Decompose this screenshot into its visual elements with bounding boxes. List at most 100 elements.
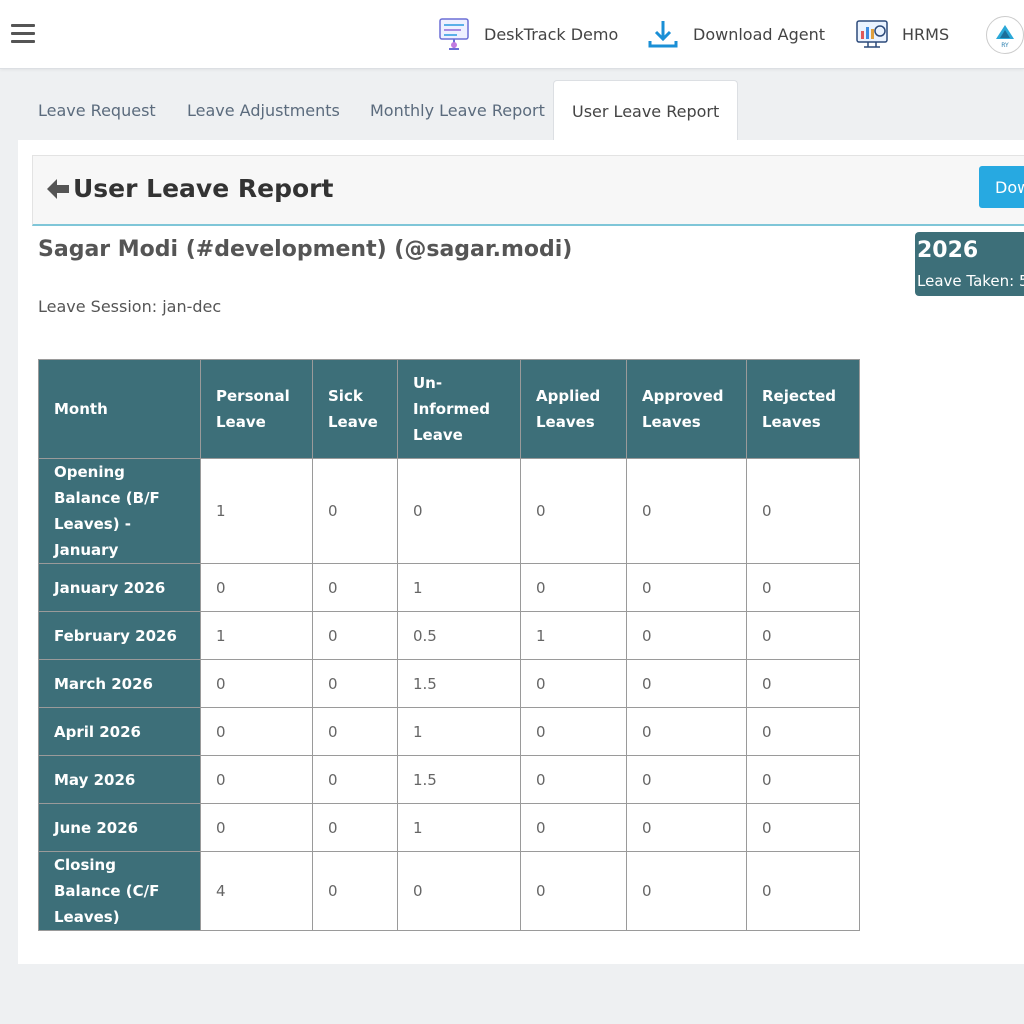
row-month: Opening Balance (B/F Leaves) - January — [38, 458, 201, 564]
cell-approved: 0 — [626, 803, 747, 852]
cell-sick: 0 — [312, 707, 398, 756]
cell-sick: 0 — [312, 611, 398, 660]
tab-leave-request[interactable]: Leave Request — [38, 80, 156, 140]
leave-report-table: Month Personal Leave Sick Leave Un-Infor… — [38, 359, 860, 931]
cell-applied: 0 — [520, 851, 627, 931]
cell-personal: 4 — [200, 851, 313, 931]
content-card: User Leave Report Dow Sagar Modi (#devel… — [18, 140, 1024, 964]
row-month: January 2026 — [38, 563, 201, 612]
cell-uninformed: 0 — [397, 458, 521, 564]
cell-applied: 0 — [520, 707, 627, 756]
row-month: April 2026 — [38, 707, 201, 756]
row-month: March 2026 — [38, 659, 201, 708]
cell-approved: 0 — [626, 563, 747, 612]
year-summary-box: 2026 Leave Taken: 5 — [915, 232, 1024, 296]
cell-rejected: 0 — [746, 851, 860, 931]
row-month: June 2026 — [38, 803, 201, 852]
cell-rejected: 0 — [746, 803, 860, 852]
cell-uninformed: 1 — [397, 803, 521, 852]
hrms-icon — [854, 16, 890, 52]
top-navbar: DeskTrack Demo Download Agent HRMS RY — [0, 0, 1024, 69]
summary-year: 2026 — [917, 238, 979, 263]
tab-monthly-leave-report[interactable]: Monthly Leave Report — [370, 80, 545, 140]
table-row: January 2026 0 0 1 0 0 0 — [38, 563, 860, 612]
table-row: February 2026 1 0 0.5 1 0 0 — [38, 611, 860, 660]
cell-uninformed: 1 — [397, 563, 521, 612]
cell-personal: 0 — [200, 803, 313, 852]
cell-uninformed: 1.5 — [397, 659, 521, 708]
table-row: Closing Balance (C/F Leaves) 4 0 0 0 0 0 — [38, 851, 860, 931]
table-row: Opening Balance (B/F Leaves) - January 1… — [38, 458, 860, 564]
cell-personal: 0 — [200, 563, 313, 612]
cell-applied: 1 — [520, 611, 627, 660]
cell-personal: 1 — [200, 611, 313, 660]
avatar-text: RY — [1001, 42, 1009, 49]
leave-taken-text: Leave Taken: 5 — [917, 272, 1024, 290]
logo-icon: RY — [996, 25, 1014, 49]
cell-applied: 0 — [520, 458, 627, 564]
tab-bar: Leave Request Leave Adjustments Monthly … — [18, 80, 1024, 141]
cell-personal: 0 — [200, 659, 313, 708]
column-header: Un-Informed Leave — [397, 359, 521, 459]
column-header: Rejected Leaves — [746, 359, 860, 459]
tab-user-leave-report[interactable]: User Leave Report — [553, 80, 739, 141]
column-header: Applied Leaves — [520, 359, 627, 459]
cell-approved: 0 — [626, 755, 747, 804]
table-row: May 2026 0 0 1.5 0 0 0 — [38, 755, 860, 804]
cell-rejected: 0 — [746, 707, 860, 756]
cell-applied: 0 — [520, 803, 627, 852]
download-button[interactable]: Dow — [979, 166, 1024, 208]
cell-sick: 0 — [312, 803, 398, 852]
cell-rejected: 0 — [746, 611, 860, 660]
cell-rejected: 0 — [746, 563, 860, 612]
nav-hrms[interactable]: HRMS — [854, 14, 949, 54]
cell-sick: 0 — [312, 659, 398, 708]
download-icon — [645, 16, 681, 52]
desktrack-icon — [436, 16, 472, 52]
cell-applied: 0 — [520, 563, 627, 612]
column-header: Approved Leaves — [626, 359, 747, 459]
page-header: User Leave Report Dow — [32, 155, 1024, 226]
column-header: Personal Leave — [200, 359, 313, 459]
cell-personal: 0 — [200, 755, 313, 804]
cell-uninformed: 0 — [397, 851, 521, 931]
cell-sick: 0 — [312, 851, 398, 931]
cell-rejected: 0 — [746, 458, 860, 564]
cell-applied: 0 — [520, 659, 627, 708]
row-month: Closing Balance (C/F Leaves) — [38, 851, 201, 931]
cell-personal: 0 — [200, 707, 313, 756]
cell-uninformed: 1 — [397, 707, 521, 756]
cell-personal: 1 — [200, 458, 313, 564]
row-month: February 2026 — [38, 611, 201, 660]
cell-approved: 0 — [626, 851, 747, 931]
cell-uninformed: 0.5 — [397, 611, 521, 660]
nav-download-agent[interactable]: Download Agent — [645, 14, 825, 54]
cell-sick: 0 — [312, 755, 398, 804]
table-row: March 2026 0 0 1.5 0 0 0 — [38, 659, 860, 708]
table-row: June 2026 0 0 1 0 0 0 — [38, 803, 860, 852]
cell-applied: 0 — [520, 755, 627, 804]
leave-session-text: Leave Session: jan-dec — [38, 297, 222, 316]
column-header: Sick Leave — [312, 359, 398, 459]
back-arrow-icon[interactable] — [45, 176, 71, 202]
table-header-row: Month Personal Leave Sick Leave Un-Infor… — [38, 359, 860, 459]
tab-leave-adjustments[interactable]: Leave Adjustments — [187, 80, 340, 140]
nav-label: HRMS — [902, 24, 950, 44]
row-month: May 2026 — [38, 755, 201, 804]
cell-approved: 0 — [626, 659, 747, 708]
nav-label: DeskTrack Demo — [484, 24, 619, 44]
cell-sick: 0 — [312, 458, 398, 564]
table-row: April 2026 0 0 1 0 0 0 — [38, 707, 860, 756]
cell-approved: 0 — [626, 611, 747, 660]
page-title: User Leave Report — [73, 174, 334, 203]
nav-desktrack-demo[interactable]: DeskTrack Demo — [436, 14, 618, 54]
cell-approved: 0 — [626, 458, 747, 564]
nav-label: Download Agent — [693, 24, 825, 44]
cell-rejected: 0 — [746, 755, 860, 804]
user-name-heading: Sagar Modi (#development) (@sagar.modi) — [38, 237, 573, 262]
menu-icon[interactable] — [11, 24, 35, 44]
cell-sick: 0 — [312, 563, 398, 612]
column-header: Month — [38, 359, 201, 459]
cell-rejected: 0 — [746, 659, 860, 708]
user-avatar[interactable]: RY — [986, 16, 1024, 54]
